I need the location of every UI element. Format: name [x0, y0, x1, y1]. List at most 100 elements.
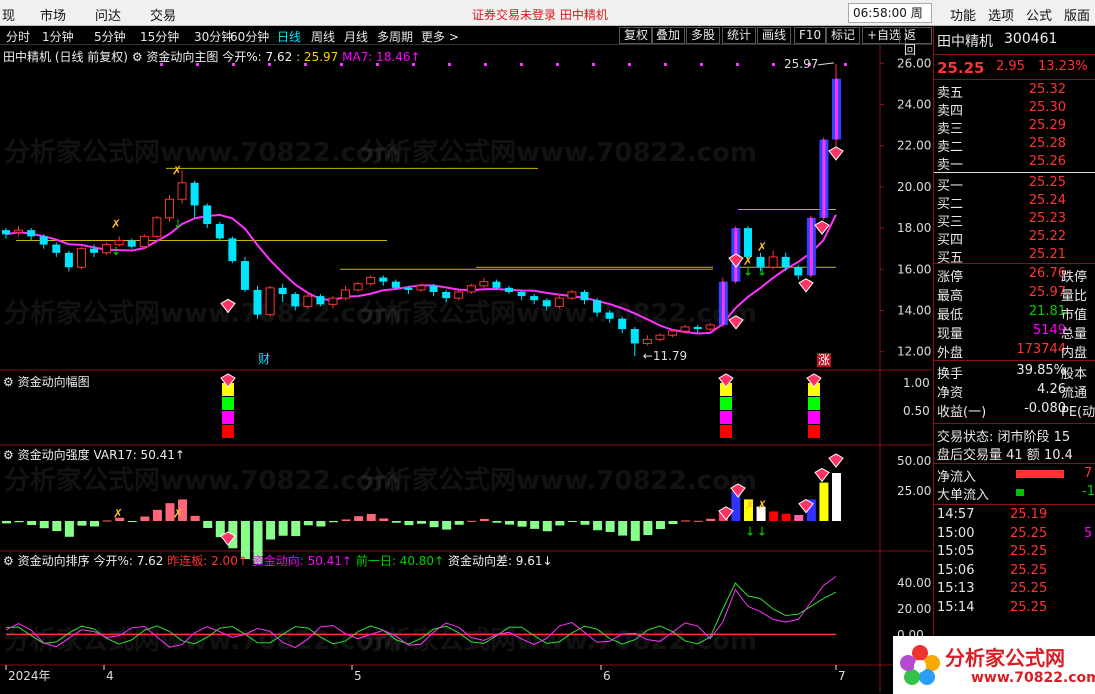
ask-row: 卖五 25.32 [934, 82, 1095, 101]
menu-item-layout[interactable]: 版面 [1064, 5, 1090, 24]
menu-item-function[interactable]: 功能 [950, 5, 976, 24]
ma7-label: MA7: 18.46↑ [342, 50, 421, 64]
panel3-gear-icon[interactable]: ⚙ [3, 448, 14, 462]
strength-bar [605, 521, 615, 532]
candle-down [580, 291, 589, 301]
top-menu-bar: 现 市场 问达 交易 证券交易未登录 田中精机 06:58:00 周二 功能 选… [0, 0, 1095, 38]
period-60min[interactable]: 60分钟 [230, 28, 269, 45]
candle-down [127, 240, 136, 247]
stat2-row: 净资 4.26 流通 [934, 382, 1095, 401]
p4-y-tick: 40.00 [897, 576, 931, 590]
menu-item-xian[interactable]: 现 [2, 5, 15, 24]
strength-bar [278, 521, 288, 536]
stat-row-right: 市值 [1061, 308, 1088, 323]
trade-status-row: 交易状态: 闭市阶段 15 [934, 426, 1095, 445]
signal-dot [664, 63, 667, 66]
signal-dot [736, 63, 739, 66]
panel2-gear-icon[interactable]: ⚙ [3, 375, 14, 389]
stack-bar [808, 411, 820, 424]
big-inflow-bar [1016, 489, 1024, 496]
menu-item-options[interactable]: 选项 [988, 5, 1014, 24]
back-button[interactable]: 返回 [899, 27, 932, 57]
strength-bar [127, 521, 137, 522]
period-15min[interactable]: 15分钟 [140, 28, 179, 45]
after-hours-row: 盘后交易量 41 额 10.4 [934, 444, 1095, 463]
ask-row: 卖一 25.26 [934, 154, 1095, 173]
ask-row-label: 卖四 [937, 104, 964, 119]
tick-row: 15:06 25.25 [934, 563, 1095, 581]
stat-row-label: 外盘 [937, 346, 964, 361]
limit-up-candle-core [822, 139, 826, 218]
ask-row-value: 25.26 [1028, 154, 1066, 169]
stack-bar [808, 397, 820, 410]
candle-down [215, 223, 224, 239]
ask-row-value: 25.32 [1028, 82, 1066, 97]
stack-bar [720, 411, 732, 424]
signal-dot [484, 63, 487, 66]
strength-bar [152, 509, 162, 521]
strength-bar [2, 521, 11, 524]
multi-stock-button[interactable]: 多股 [686, 27, 721, 44]
menu-item-formula[interactable]: 公式 [1026, 5, 1052, 24]
f10-button[interactable]: F10 [794, 27, 827, 44]
site-logo: 分析家公式网 www.70822.com [893, 636, 1095, 694]
stats-button[interactable]: 统计 [722, 27, 757, 44]
period-1min[interactable]: 1分钟 [42, 28, 74, 45]
period-weekly[interactable]: 周线 [311, 28, 335, 45]
period-30min[interactable]: 30分钟 [194, 28, 233, 45]
period-monthly[interactable]: 月线 [344, 28, 368, 45]
ask-row-label: 卖三 [937, 122, 964, 137]
period-more[interactable]: 更多 > [421, 28, 459, 45]
chart-area[interactable]: 26.00 24.00 22.00 20.00 18.00 16.00 14.00 12.00… [0, 45, 932, 693]
panel2-name[interactable]: 资金动向幅图 [18, 375, 90, 389]
tick-row: 15:05 25.25 [934, 544, 1095, 562]
panel3-name[interactable]: 资金动向强度 [18, 448, 90, 462]
strength-bar [530, 521, 540, 529]
stock-name: 田中精机 [937, 34, 993, 50]
panel4-name[interactable]: 资金动向排序 [18, 554, 90, 568]
limit-tag: 涨 [818, 352, 830, 367]
diff-label: 资金动向差: 9.61↓ [447, 554, 553, 568]
tick-row: 15:14 25.25 [934, 600, 1095, 618]
candle-up [102, 244, 112, 254]
period-5min[interactable]: 5分钟 [94, 28, 126, 45]
indicator-gear-icon[interactable]: ⚙ [132, 50, 143, 64]
menu-item-market[interactable]: 市场 [40, 5, 66, 24]
strength-bar [39, 521, 49, 529]
stat-row: 涨停 26.76 跌停 [934, 266, 1095, 285]
panel4-open-pct: 今开%: 7.62 [93, 554, 164, 568]
overlay-button[interactable]: 叠加 [651, 27, 686, 44]
stat2-row-right: 股本 [1061, 367, 1088, 382]
period-multi[interactable]: 多周期 [377, 28, 413, 45]
stat-row-label: 涨停 [937, 270, 964, 285]
mark-button[interactable]: 标记 [826, 27, 861, 44]
indicator-name[interactable]: 资金动向主图 [146, 50, 218, 64]
strength-bar [379, 518, 389, 521]
tick-time: 14:57 [937, 507, 975, 522]
candle-up [14, 229, 24, 233]
menu-item-wenda[interactable]: 问达 [95, 5, 121, 24]
strength-bar [328, 521, 338, 523]
net-inflow-value: 7 [1084, 466, 1093, 481]
net-inflow-bar [1016, 470, 1064, 478]
period-fenshi[interactable]: 分时 [6, 28, 30, 45]
period-daily[interactable]: 日线 [277, 28, 301, 45]
candle-down [442, 291, 451, 299]
panel4-gear-icon[interactable]: ⚙ [3, 554, 14, 568]
ask-row-label: 卖一 [937, 158, 964, 173]
strength-bar [567, 521, 577, 522]
fuquan-button[interactable]: 复权 [619, 27, 654, 44]
strength-bar [429, 521, 439, 528]
stat-row: 现量 5149 总量 [934, 323, 1095, 342]
candle-up [139, 235, 149, 248]
strength-bar [479, 518, 489, 521]
strength-bar [391, 521, 401, 523]
p3-y-tick: 50.00 [897, 454, 931, 468]
menu-item-trade[interactable]: 交易 [150, 5, 176, 24]
tick-price: 25.25 [1010, 544, 1048, 559]
ma7-line [5, 213, 837, 335]
limit-up-candle-core [835, 78, 838, 140]
candle-down [693, 326, 702, 330]
draw-line-button[interactable]: 画线 [757, 27, 792, 44]
stock-code: 300461 [1004, 31, 1058, 47]
